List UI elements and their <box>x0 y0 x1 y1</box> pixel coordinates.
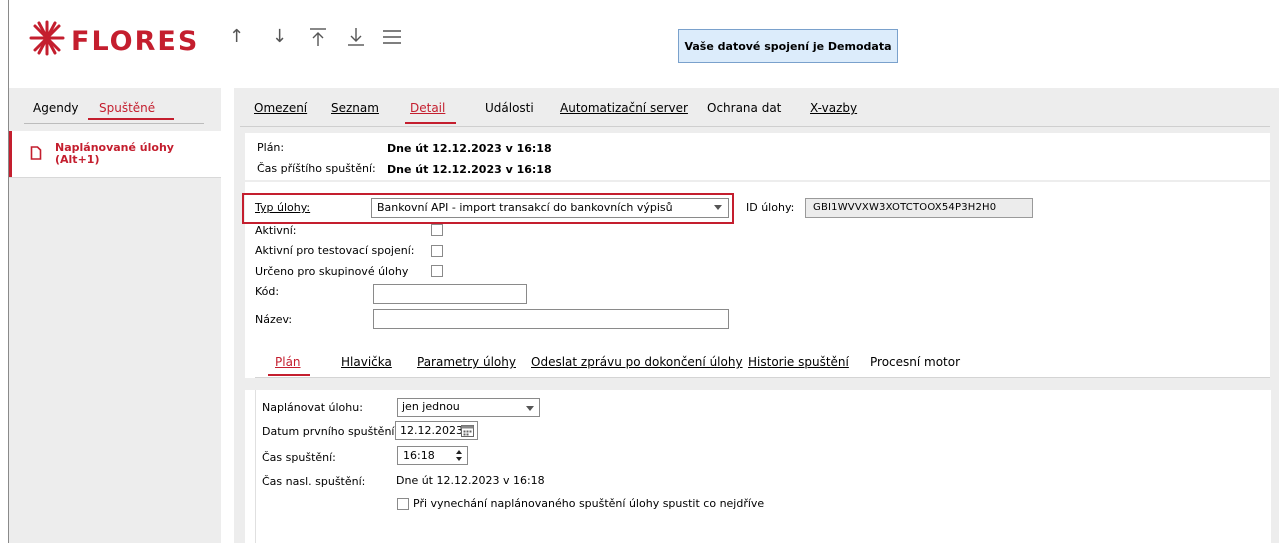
schedule-label: Naplánovat úlohu: <box>262 401 363 414</box>
plan-label: Plán: <box>257 141 285 154</box>
sidebar-tab-spustene[interactable]: Spuštěné <box>99 101 155 115</box>
menu-icon[interactable] <box>382 28 402 49</box>
subtab-plan[interactable]: Plán <box>275 355 301 369</box>
sidebar-tab-agendy[interactable]: Agendy <box>33 101 79 115</box>
task-id-value: GBI1WVVXW3XOTCTOOX54P3H2H0 <box>813 202 997 213</box>
pane-gap <box>221 88 234 543</box>
schedule-select[interactable]: jen jednou <box>397 398 540 417</box>
subtab-hlavicka[interactable]: Hlavička <box>341 355 392 369</box>
tab-seznam[interactable]: Seznam <box>331 101 379 115</box>
skip-run-label: Při vynechání naplánovaného spuštění úlo… <box>413 497 765 510</box>
skip-run-checkbox[interactable] <box>397 498 409 510</box>
tab-ochrana-dat[interactable]: Ochrana dat <box>707 101 781 115</box>
group-label: Určeno pro skupinové úlohy <box>255 265 409 278</box>
subtab-parametry[interactable]: Parametry úlohy <box>417 355 516 369</box>
run-time-value: 16:18 <box>403 449 435 462</box>
section-divider <box>245 180 1270 182</box>
arrow-up-icon[interactable]: ↑ <box>229 26 244 48</box>
sidebar-tab-underline <box>88 118 174 120</box>
stepper-icon[interactable] <box>455 449 463 465</box>
active-checkbox[interactable] <box>431 224 443 236</box>
sidebar-item-label: Naplánované úlohy (Alt+1) <box>55 141 174 166</box>
schedule-value: jen jednou <box>402 400 460 413</box>
tab-detail[interactable]: Detail <box>410 101 445 115</box>
task-id-field: GBI1WVVXW3XOTCTOOX54P3H2H0 <box>805 198 1033 218</box>
arrow-down-icon[interactable]: ↓ <box>272 26 287 48</box>
calendar-icon[interactable] <box>461 424 474 440</box>
tab-x-vazby[interactable]: X-vazby <box>810 101 857 115</box>
task-type-value: Bankovní API - import transakcí do banko… <box>377 201 673 214</box>
subtab-historie[interactable]: Historie spuštění <box>748 355 849 369</box>
active-test-checkbox[interactable] <box>431 245 443 257</box>
tab-omezeni[interactable]: Omezení <box>254 101 307 115</box>
run-time-stepper[interactable]: 16:18 <box>397 446 468 465</box>
active-label: Aktivní: <box>255 224 297 235</box>
plan-value: Dne út 12.12.2023 v 16:18 <box>387 142 552 155</box>
sidebar-divider <box>24 123 204 124</box>
task-type-select[interactable]: Bankovní API - import transakcí do banko… <box>371 198 729 218</box>
subtab-strip <box>245 378 1270 390</box>
active-indicator <box>9 131 12 177</box>
subtab-underline <box>268 374 310 376</box>
connection-badge: Vaše datové spojení je Demodata <box>678 29 898 63</box>
next-label: Čas nasl. spuštění: <box>262 475 366 488</box>
name-label: Název: <box>255 313 293 326</box>
flores-logo: FLORES <box>29 20 229 61</box>
code-input[interactable] <box>373 284 527 304</box>
subtab-divider <box>255 377 1270 378</box>
arrow-to-top-icon[interactable] <box>308 27 328 50</box>
run-time-label: Čas spuštění: <box>262 451 336 464</box>
task-id-label: ID úlohy: <box>746 201 795 214</box>
subtab-odeslat-zpravu[interactable]: Odeslat zprávu po dokončení úlohy <box>531 355 743 369</box>
first-run-value: 12.12.2023 <box>400 424 463 437</box>
chevron-down-icon <box>526 406 534 411</box>
task-type-label: Typ úlohy: <box>255 201 311 214</box>
next-run-label: Čas příštího spuštění: <box>257 162 376 175</box>
main-tab-divider <box>240 126 1270 127</box>
sidebar-item-scheduled-tasks[interactable]: Naplánované úlohy (Alt+1) <box>9 131 221 178</box>
next-value: Dne út 12.12.2023 v 16:18 <box>396 474 545 487</box>
active-test-label: Aktivní pro testovací spojení: <box>255 244 415 257</box>
chevron-down-icon <box>714 205 722 210</box>
main-tab-underline <box>405 122 456 124</box>
next-run-value: Dne út 12.12.2023 v 16:18 <box>387 163 552 176</box>
name-input[interactable] <box>373 309 729 329</box>
subtab-procesni-motor[interactable]: Procesní motor <box>870 355 960 369</box>
brand-text: FLORES <box>71 26 199 57</box>
group-checkbox[interactable] <box>431 265 443 277</box>
code-label: Kód: <box>255 285 280 298</box>
arrow-to-bottom-icon[interactable] <box>346 27 366 50</box>
tab-udalosti[interactable]: Události <box>485 101 534 115</box>
first-run-label: Datum prvního spuštění: <box>262 425 399 438</box>
first-run-date-input[interactable]: 12.12.2023 <box>395 421 478 440</box>
document-icon <box>30 146 42 163</box>
tab-automatizacni-server[interactable]: Automatizační server <box>560 101 688 115</box>
